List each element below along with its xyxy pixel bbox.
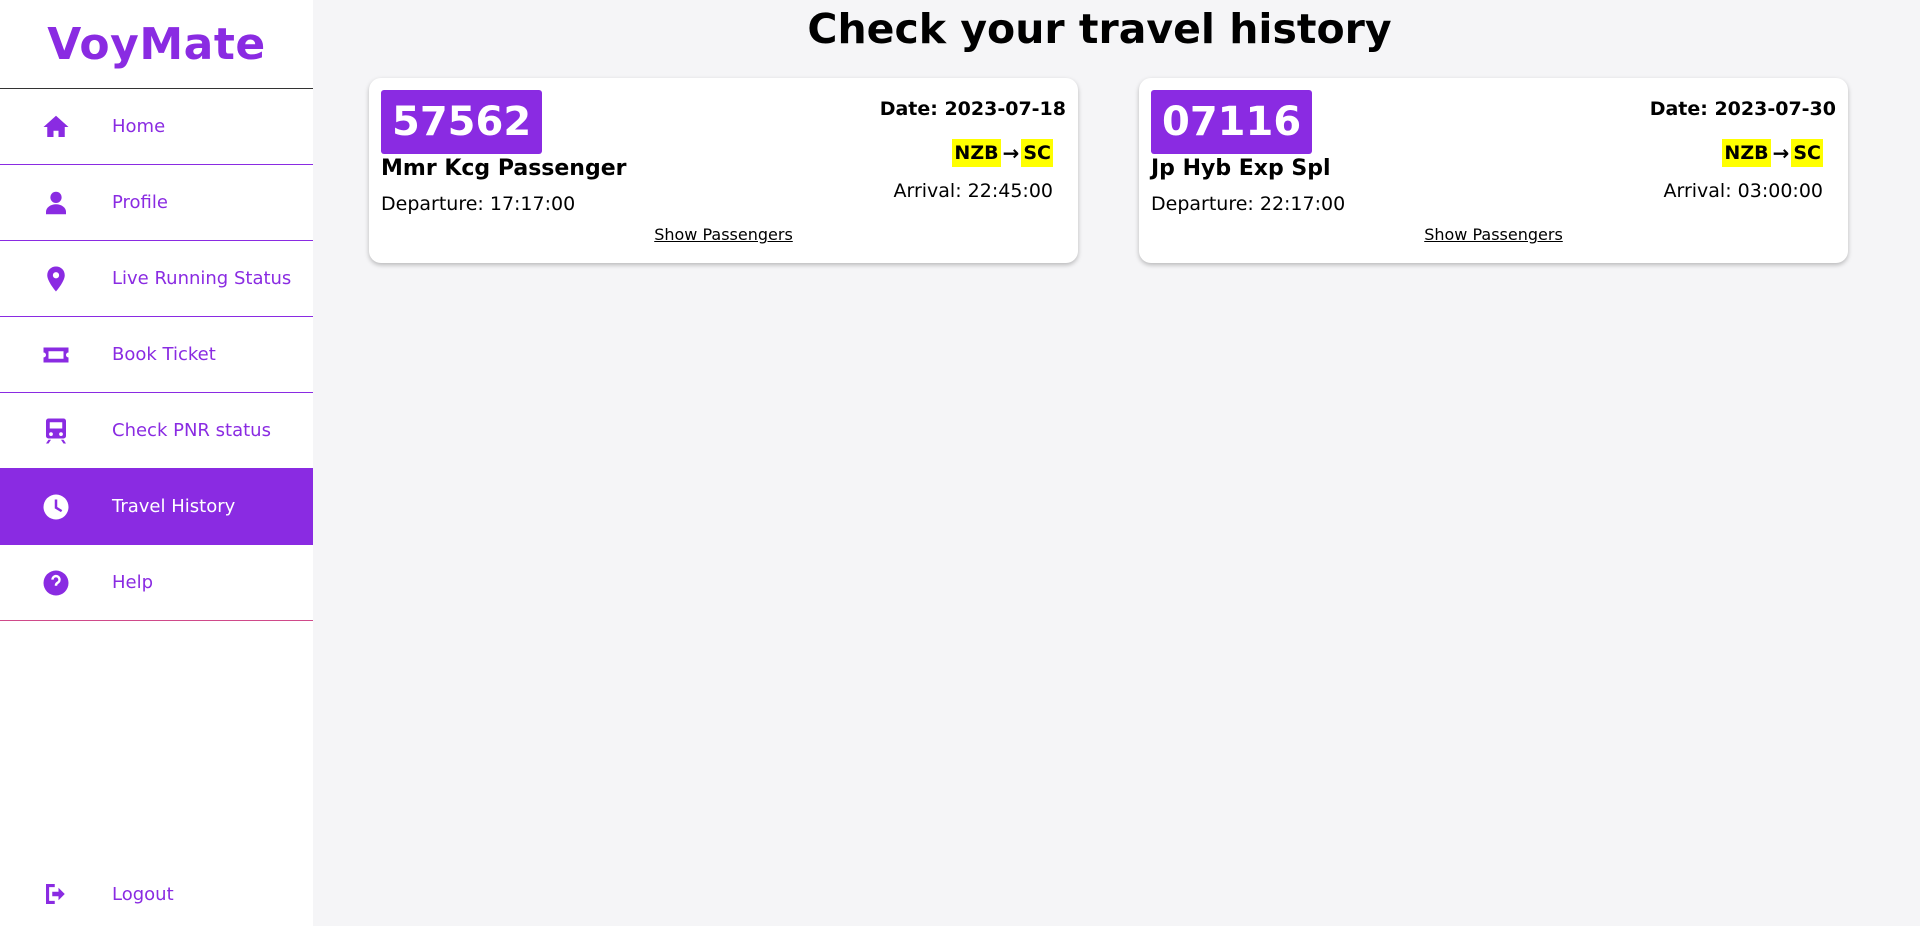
train-number-badge: 57562 [381,90,543,154]
arrow-right-icon: → [1772,141,1790,165]
sidebar-item-live-running-status[interactable]: Live Running Status [0,241,313,317]
arrival-time: Arrival: 22:45:00 [893,180,1053,202]
from-station: NZB [952,139,1001,167]
to-station: SC [1791,139,1823,167]
sidebar-item-label: Profile [112,192,168,213]
show-passengers-link[interactable]: Show Passengers [369,225,1078,244]
sidebar-item-home[interactable]: Home [0,89,313,165]
page-title: Check your travel history [807,5,1392,53]
sidebar-item-label: Check PNR status [112,420,271,441]
travel-date: Date: 2023-07-30 [1649,98,1836,120]
sidebar-item-label: Home [112,116,166,137]
arrow-right-icon: → [1002,141,1020,165]
help-icon [0,568,112,598]
train-name: Mmr Kcg Passenger [381,156,627,181]
show-passengers-link[interactable]: Show Passengers [1139,225,1848,244]
sidebar-item-label: Travel History [112,496,236,517]
arrival-time: Arrival: 03:00:00 [1663,180,1823,202]
logout-icon [0,879,112,909]
sidebar-item-book-ticket[interactable]: Book Ticket [0,317,313,393]
train-icon [0,416,112,446]
clock-icon [0,492,112,522]
logout-label: Logout [112,883,174,905]
person-icon [0,188,112,218]
location-pin-icon [0,264,112,294]
sidebar-item-label: Help [112,572,154,593]
logout-button[interactable]: Logout [0,862,313,926]
train-name: Jp Hyb Exp Spl [1151,156,1331,181]
route: NZB → SC [1722,139,1823,167]
sidebar-item-help[interactable]: Help [0,545,313,621]
trip-card: 07116 Jp Hyb Exp Spl Departure: 22:17:00… [1139,78,1848,263]
sidebar-item-profile[interactable]: Profile [0,165,313,241]
sidebar-item-label: Live Running Status [112,268,292,289]
brand-logo[interactable]: VoyMate [0,0,313,89]
sidebar-item-check-pnr-status[interactable]: Check PNR status [0,393,313,469]
departure-time: Departure: 22:17:00 [1151,193,1346,215]
home-icon [0,112,112,142]
train-number-badge: 07116 [1151,90,1313,154]
sidebar-item-travel-history[interactable]: Travel History [0,469,313,545]
sidebar-item-label: Book Ticket [112,344,216,365]
route: NZB → SC [952,139,1053,167]
departure-time: Departure: 17:17:00 [381,193,576,215]
travel-date: Date: 2023-07-18 [879,98,1066,120]
sidebar: VoyMate Home Profile Live Running Status… [0,0,313,926]
ticket-icon [0,340,112,370]
from-station: NZB [1722,139,1771,167]
trip-card: 57562 Mmr Kcg Passenger Departure: 17:17… [369,78,1078,263]
to-station: SC [1021,139,1053,167]
